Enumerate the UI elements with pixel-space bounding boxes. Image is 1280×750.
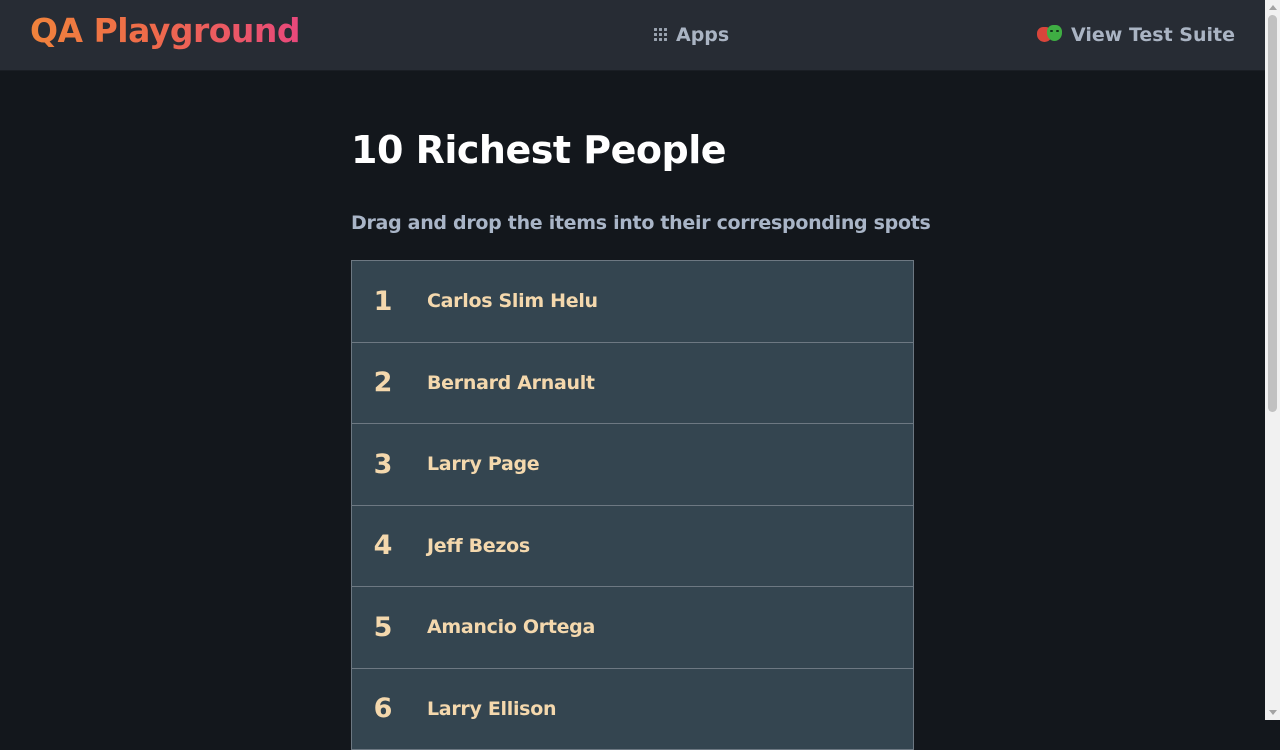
scroll-up-arrow-icon[interactable]: [1269, 5, 1277, 10]
person-name: Amancio Ortega: [427, 616, 595, 638]
view-test-suite-label: View Test Suite: [1071, 24, 1235, 46]
rank-number: 2: [352, 367, 414, 398]
draggable-list-item[interactable]: 3 Larry Page: [351, 424, 914, 506]
person-name: Larry Page: [427, 453, 539, 475]
draggable-list-item[interactable]: 5 Amancio Ortega: [351, 587, 914, 669]
apps-link[interactable]: Apps: [654, 21, 729, 49]
scrollbar-thumb[interactable]: [1268, 15, 1277, 412]
rank-number: 5: [352, 612, 414, 643]
page-title: 10 Richest People: [351, 128, 726, 172]
person-name: Larry Ellison: [427, 698, 556, 720]
rank-number: 4: [352, 530, 414, 561]
apps-label: Apps: [676, 24, 729, 46]
rank-number: 1: [352, 286, 414, 317]
scroll-down-arrow-icon[interactable]: [1269, 710, 1277, 715]
theater-masks-icon: [1037, 25, 1063, 45]
draggable-list-item[interactable]: 1 Carlos Slim Helu: [351, 261, 914, 343]
draggable-list-item[interactable]: 4 Jeff Bezos: [351, 506, 914, 588]
grid-icon: [654, 28, 668, 42]
person-name: Jeff Bezos: [427, 535, 530, 557]
rank-number: 3: [352, 449, 414, 480]
draggable-list-item[interactable]: 6 Larry Ellison: [351, 669, 914, 750]
brand-logo-link[interactable]: QA Playground: [30, 11, 300, 50]
vertical-scrollbar[interactable]: [1265, 0, 1280, 720]
draggable-list-item[interactable]: 2 Bernard Arnault: [351, 343, 914, 425]
instructions-text: Drag and drop the items into their corre…: [351, 212, 931, 234]
view-test-suite-link[interactable]: View Test Suite: [1037, 21, 1235, 49]
person-name: Bernard Arnault: [427, 372, 595, 394]
draggable-list: 1 Carlos Slim Helu 2 Bernard Arnault 3 L…: [351, 260, 914, 750]
top-navbar: QA Playground Apps View Test Suite: [0, 0, 1265, 70]
person-name: Carlos Slim Helu: [427, 290, 598, 312]
